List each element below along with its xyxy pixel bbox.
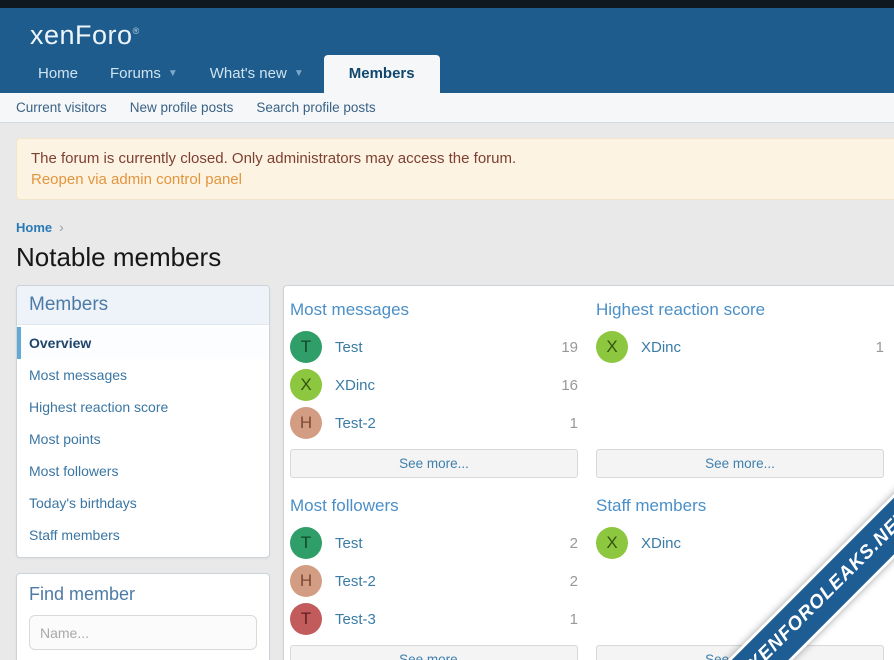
avatar[interactable]: H (290, 407, 322, 439)
content-area: Members Overview Most messages Highest r… (16, 285, 894, 660)
sidebar: Members Overview Most messages Highest r… (16, 285, 270, 660)
member-count: 2 (570, 573, 578, 590)
see-more-button[interactable]: See more... (596, 645, 884, 660)
chevron-down-icon: ▼ (294, 69, 304, 79)
member-name-link[interactable]: XDinc (641, 535, 681, 552)
sub-nav: Current visitors New profile posts Searc… (0, 93, 894, 123)
member-name-link[interactable]: XDinc (641, 339, 681, 356)
member-row: T Test 2 (290, 524, 578, 562)
page-title: Notable members (16, 242, 894, 273)
member-name-link[interactable]: Test-3 (335, 611, 376, 628)
breadcrumb: Home › (16, 219, 894, 235)
member-row: X XDinc (596, 524, 884, 562)
sidebar-item-most-followers[interactable]: Most followers (17, 455, 269, 487)
notable-members-panel: Most messages T Test 19 X XDinc 16 H Tes… (283, 285, 894, 660)
sidebar-item-most-messages[interactable]: Most messages (17, 359, 269, 391)
see-more-button[interactable]: See more... (290, 645, 578, 660)
member-count: 1 (570, 415, 578, 432)
member-name-link[interactable]: XDinc (335, 377, 375, 394)
nav-tab-members[interactable]: Members (324, 55, 440, 93)
see-more-button[interactable]: See more... (596, 449, 884, 478)
banner-message: The forum is currently closed. Only admi… (31, 148, 885, 169)
member-count: 1 (876, 339, 884, 356)
nav-tab-home[interactable]: Home (22, 55, 94, 93)
widget-most-messages: Most messages T Test 19 X XDinc 16 H Tes… (290, 294, 578, 478)
reopen-admin-link[interactable]: Reopen via admin control panel (31, 171, 242, 188)
forum-closed-banner: The forum is currently closed. Only admi… (16, 138, 894, 200)
member-row: T Test 19 (290, 328, 578, 366)
avatar[interactable]: X (596, 331, 628, 363)
member-row: X XDinc 16 (290, 366, 578, 404)
avatar[interactable]: X (596, 527, 628, 559)
avatar[interactable]: T (290, 527, 322, 559)
find-member-title: Find member (29, 584, 257, 605)
member-count: 1 (570, 611, 578, 628)
member-row: H Test-2 2 (290, 562, 578, 600)
members-block-title: Members (17, 286, 269, 325)
member-name-link[interactable]: Test (335, 535, 363, 552)
site-header: xenForo® Home Forums▼ What's new▼ Member… (0, 8, 894, 93)
sidebar-item-overview[interactable]: Overview (17, 327, 269, 359)
members-menu: Overview Most messages Highest reaction … (17, 325, 269, 557)
avatar[interactable]: H (290, 565, 322, 597)
sidebar-item-most-points[interactable]: Most points (17, 423, 269, 455)
find-member-block: Find member (16, 573, 270, 660)
member-count: 16 (561, 377, 578, 394)
breadcrumb-home-link[interactable]: Home (16, 220, 52, 235)
avatar[interactable]: T (290, 603, 322, 635)
member-count: 19 (561, 339, 578, 356)
member-row: X XDinc 1 (596, 328, 884, 366)
xenforo-logo[interactable]: xenForo® (30, 20, 140, 51)
widget-title: Most messages (290, 294, 578, 328)
find-member-input[interactable] (29, 615, 257, 650)
sidebar-item-staff-members[interactable]: Staff members (17, 519, 269, 551)
members-nav-block: Members Overview Most messages Highest r… (16, 285, 270, 558)
sidebar-item-highest-reaction-score[interactable]: Highest reaction score (17, 391, 269, 423)
widget-title: Highest reaction score (596, 294, 884, 328)
chevron-right-icon: › (59, 219, 64, 235)
member-row: H Test-2 1 (290, 404, 578, 442)
widget-highest-reaction-score: Highest reaction score X XDinc 1 See mor… (596, 294, 884, 478)
member-name-link[interactable]: Test-2 (335, 415, 376, 432)
sidebar-item-todays-birthdays[interactable]: Today's birthdays (17, 487, 269, 519)
top-strip (0, 0, 894, 8)
widget-title: Staff members (596, 490, 884, 524)
member-count: 2 (570, 535, 578, 552)
trademark-symbol: ® (133, 26, 140, 36)
widget-staff-members: Staff members X XDinc See more... (596, 490, 884, 660)
subnav-new-profile-posts[interactable]: New profile posts (130, 100, 234, 115)
subnav-current-visitors[interactable]: Current visitors (16, 100, 107, 115)
member-name-link[interactable]: Test-2 (335, 573, 376, 590)
nav-tab-whats-new[interactable]: What's new▼ (194, 55, 320, 93)
avatar[interactable]: T (290, 331, 322, 363)
widget-most-followers: Most followers T Test 2 H Test-2 2 T Tes… (290, 490, 578, 660)
member-row: T Test-3 1 (290, 600, 578, 638)
member-name-link[interactable]: Test (335, 339, 363, 356)
nav-tab-forums[interactable]: Forums▼ (94, 55, 194, 93)
chevron-down-icon: ▼ (168, 69, 178, 79)
avatar[interactable]: X (290, 369, 322, 401)
subnav-search-profile-posts[interactable]: Search profile posts (256, 100, 375, 115)
see-more-button[interactable]: See more... (290, 449, 578, 478)
main-nav: Home Forums▼ What's new▼ Members (0, 55, 894, 93)
widget-title: Most followers (290, 490, 578, 524)
